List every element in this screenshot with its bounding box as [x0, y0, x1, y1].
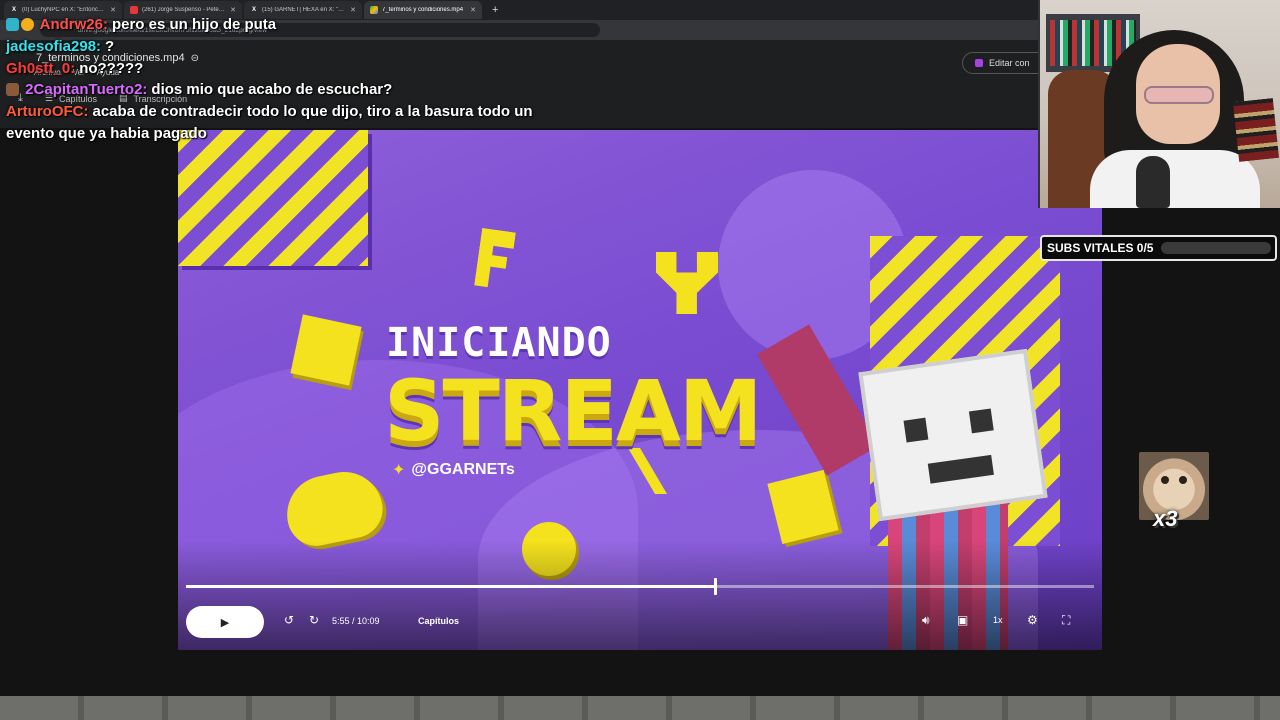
headline-stream: STREAM	[384, 362, 762, 460]
chat-badge-icon	[6, 83, 19, 97]
microphone	[1136, 156, 1170, 208]
chat-badge-icon	[21, 18, 34, 31]
seek-bar[interactable]	[186, 578, 1094, 595]
chat-text: pero es un hijo de puta	[111, 16, 277, 33]
chat-message: ArturoOFC: acaba de contradecir todo lo q…	[6, 101, 551, 145]
chat-username: jadesofia298:	[6, 37, 102, 55]
close-tab-icon[interactable]: ✕	[110, 6, 116, 14]
letter-f-icon	[474, 228, 516, 290]
cat-multiplier: x3	[1153, 506, 1178, 531]
handle-text: @GGARNETs	[411, 461, 515, 478]
chat-message: jadesofia298:?	[6, 36, 566, 58]
chat-message: Andrw26: pero es un hijo de puta	[6, 14, 566, 36]
stream-scene: X (0) LuchyNPC en X: "Entonces n ✕ (261)…	[0, 0, 1280, 720]
striped-panel	[178, 130, 368, 266]
time-display: 5:55 / 10:09	[332, 616, 380, 626]
character-eye	[968, 408, 994, 434]
tab-title: (15) GARNET| HEXA en X: "Com	[262, 7, 347, 13]
headline-iniciando: INICIANDO	[386, 320, 612, 366]
chat-badge-icon	[6, 18, 19, 31]
twitter-bird-icon: ✦	[392, 462, 406, 479]
chat-text: dios mio que acabo de escuchar?	[151, 81, 393, 99]
rewind-10-icon[interactable]: ↺	[284, 613, 294, 627]
tab-title: (261) Jorge Suspenso - Peter C	[142, 7, 227, 13]
edit-with-label: Editar con	[989, 58, 1030, 68]
chat-username: Gh0stt_0:	[6, 59, 76, 77]
video-player[interactable]: INICIANDO STREAM ✦ @GGARNETs ▶ ↺ ↻ 5:55 …	[178, 130, 1102, 650]
cat-eye	[1161, 476, 1169, 484]
seek-bar-played	[186, 585, 716, 588]
seek-bar-handle[interactable]	[714, 578, 718, 595]
chat-username: ArturoOFC:	[6, 103, 89, 120]
chat-username: Andrw26:	[39, 16, 108, 33]
character-head	[858, 348, 1048, 522]
close-tab-icon[interactable]: ✕	[350, 6, 356, 14]
chat-username: 2CapitanTuerto2:	[25, 81, 148, 99]
volume-icon[interactable]: 🔊︎	[922, 613, 930, 628]
tab-title: (0) LuchyNPC en X: "Entonces n	[22, 7, 107, 13]
x-logo-icon: X	[251, 7, 256, 13]
chapters-button[interactable]: Capítulos	[418, 616, 459, 626]
streamer-shirt	[1090, 150, 1260, 208]
minecraft-creeper-icon	[656, 252, 718, 314]
forward-10-icon[interactable]: ↻	[309, 613, 319, 627]
captions-icon[interactable]: ▣	[957, 613, 968, 627]
player-controls: ▶ ↺ ↻ 5:55 / 10:09 Capítulos 🔊︎ ▣ 1x ⚙ ⛶	[178, 604, 1102, 640]
play-icon: ▶	[220, 616, 230, 629]
drive-logo-icon	[370, 6, 378, 14]
twitter-handle: ✦ @GGARNETs	[392, 460, 515, 480]
play-button[interactable]: ▶	[186, 606, 264, 638]
subs-goal-widget: SUBS VITALES 0/5	[1040, 235, 1277, 261]
x-logo-icon: X	[11, 7, 16, 13]
settings-gear-icon[interactable]: ⚙	[1027, 613, 1038, 627]
chat-message: Gh0stt_0: no?????	[6, 58, 566, 80]
character-mouth	[927, 454, 994, 484]
rust-logo-icon	[290, 314, 362, 386]
floor-strip	[0, 696, 1280, 720]
close-tab-icon[interactable]: ✕	[230, 6, 236, 14]
chat-text: ?	[105, 37, 115, 55]
cat-eye	[1179, 476, 1187, 484]
youtube-logo-icon	[130, 6, 138, 14]
playback-speed-button[interactable]: 1x	[993, 615, 1003, 625]
character-eye	[903, 417, 929, 443]
tab-title: 7_terminos y condiciones.mp4	[382, 7, 464, 13]
edit-app-icon	[975, 59, 983, 67]
webcam-feed	[1038, 0, 1280, 208]
streamer-glasses	[1144, 86, 1214, 104]
subs-goal-bar	[1161, 242, 1272, 254]
book-stack	[1232, 98, 1280, 162]
chat-text: no?????	[79, 59, 144, 77]
fullscreen-icon[interactable]: ⛶	[1062, 613, 1070, 628]
chat-message: 2CapitanTuerto2: dios mio que acabo de es…	[6, 79, 566, 101]
subs-goal-label: SUBS VITALES 0/5	[1047, 241, 1154, 255]
stream-chat-overlay: Andrw26: pero es un hijo de puta jadesofi…	[6, 14, 566, 145]
close-tab-icon[interactable]: ✕	[470, 6, 476, 14]
